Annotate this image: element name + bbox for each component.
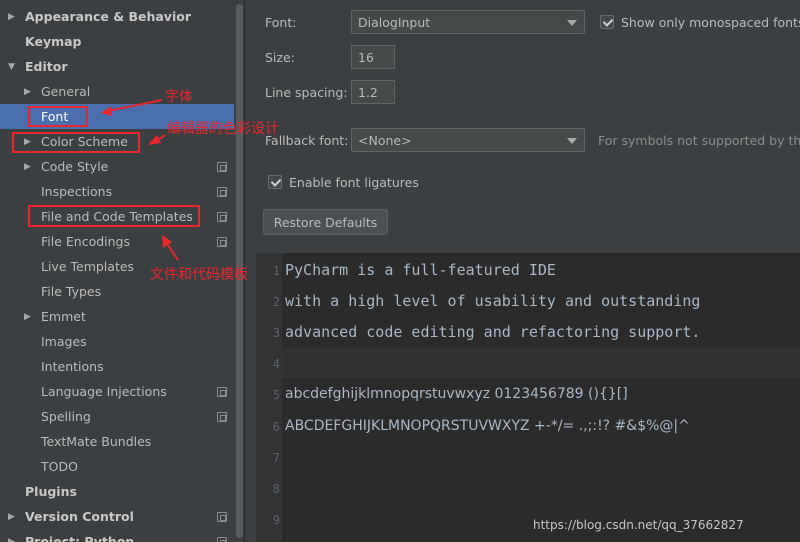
chevron-right-icon[interactable]: ▶ [8, 12, 15, 22]
font-preview-editor[interactable]: 1 PyCharm is a full-featured IDE 2 with … [256, 253, 800, 542]
tree-item-label: Plugins [25, 484, 77, 499]
project-scope-icon [217, 387, 227, 397]
font-combobox-value: DialogInput [358, 15, 431, 30]
preview-line: PyCharm is a full-featured IDE [285, 261, 556, 279]
line-number: 5 [272, 388, 280, 402]
tree-item-label: File Types [41, 284, 102, 299]
annotation-font: 字体 [165, 89, 193, 105]
tree-item-todo[interactable]: TODO [0, 454, 234, 479]
tree-item-label: Language Injections [41, 384, 167, 399]
annotation-templates: 文件和代码模板 [150, 267, 248, 283]
preview-line: ABCDEFGHIJKLMNOPQRSTUVWXYZ +-*/= .,;:!? … [285, 418, 690, 434]
annotation-color-scheme: 编辑器的色彩设计 [167, 121, 279, 137]
tree-item-label: Code Style [41, 159, 109, 174]
chevron-right-icon[interactable]: ▶ [24, 87, 31, 97]
restore-defaults-label: Restore Defaults [273, 214, 378, 230]
tree-item-file-encodings[interactable]: File Encodings [0, 229, 234, 254]
tree-item-label: Live Templates [41, 259, 135, 274]
line-number: 3 [272, 326, 280, 340]
line-number: 2 [272, 295, 280, 309]
tree-item-emmet[interactable]: ▶ Emmet [0, 304, 234, 329]
annotation-box-templates [28, 205, 200, 227]
tree-item-label: Project: Python [25, 534, 135, 542]
tree-item-version-control[interactable]: ▶ Version Control [0, 504, 234, 529]
preview-line: advanced code editing and refactoring su… [285, 323, 701, 341]
size-field[interactable]: 16 [351, 45, 395, 69]
tree-item-appearance-behavior[interactable]: ▶ Appearance & Behavior [0, 4, 234, 29]
annotation-box-color-scheme [12, 132, 140, 153]
ligatures-checkbox[interactable] [268, 175, 282, 189]
preview-line: abcdefghijklmnopqrstuvwxyz 0123456789 ()… [285, 386, 628, 402]
project-scope-icon [217, 237, 227, 247]
tree-item-label: Keymap [25, 34, 82, 49]
fallback-font-combobox[interactable]: <None> [351, 128, 585, 152]
tree-item-label: TODO [41, 459, 78, 474]
tree-item-spelling[interactable]: Spelling [0, 404, 234, 429]
tree-item-code-style[interactable]: ▶ Code Style [0, 154, 234, 179]
tree-item-language-injections[interactable]: Language Injections [0, 379, 234, 404]
line-spacing-field[interactable]: 1.2 [351, 80, 395, 104]
ligatures-label: Enable font ligatures [289, 175, 419, 190]
caret-row-highlight [282, 348, 800, 378]
fallback-font-hint: For symbols not supported by the [598, 133, 800, 148]
project-scope-icon [217, 537, 227, 542]
dropdown-arrow-icon [567, 138, 577, 144]
tree-item-label: File Encodings [41, 234, 131, 249]
line-number: 6 [272, 420, 280, 434]
tree-item-images[interactable]: Images [0, 329, 234, 354]
line-number: 8 [272, 482, 280, 496]
project-scope-icon [217, 512, 227, 522]
tree-item-plugins[interactable]: Plugins [0, 479, 234, 504]
line-number: 7 [272, 451, 280, 465]
annotation-box-font [28, 106, 88, 127]
tree-item-label: Emmet [41, 309, 86, 324]
line-spacing-value: 1.2 [358, 85, 378, 100]
project-scope-icon [217, 412, 227, 422]
line-spacing-label: Line spacing: [265, 85, 348, 100]
tree-item-intentions[interactable]: Intentions [0, 354, 234, 379]
line-number: 4 [272, 357, 280, 371]
tree-item-keymap[interactable]: Keymap [0, 29, 234, 54]
project-scope-icon [217, 187, 227, 197]
project-scope-icon [217, 212, 227, 222]
tree-item-label: TextMate Bundles [41, 434, 152, 449]
fallback-font-value: <None> [358, 133, 412, 148]
chevron-right-icon[interactable]: ▶ [24, 312, 31, 322]
project-scope-icon [217, 162, 227, 172]
font-combobox[interactable]: DialogInput [351, 10, 585, 34]
chevron-right-icon[interactable]: ▶ [24, 162, 31, 172]
font-label: Font: [265, 15, 297, 30]
size-label: Size: [265, 50, 295, 65]
restore-defaults-button[interactable]: Restore Defaults [263, 209, 388, 235]
chevron-right-icon[interactable]: ▶ [8, 537, 15, 542]
watermark: https://blog.csdn.net/qq_37662827 [533, 518, 744, 532]
dropdown-arrow-icon [567, 20, 577, 26]
tree-item-label: Version Control [25, 509, 134, 524]
tree-item-textmate-bundles[interactable]: TextMate Bundles [0, 429, 234, 454]
tree-item-label: General [41, 84, 91, 99]
line-number: 9 [272, 513, 280, 527]
tree-item-label: Images [41, 334, 87, 349]
line-number: 1 [272, 264, 280, 278]
tree-item-inspections[interactable]: Inspections [0, 179, 234, 204]
tree-item-project-python[interactable]: ▶ Project: Python [0, 529, 234, 542]
tree-item-label: Editor [25, 59, 68, 74]
chevron-down-icon[interactable]: ▼ [8, 62, 15, 72]
tree-item-editor[interactable]: ▼ Editor [0, 54, 234, 79]
chevron-right-icon[interactable]: ▶ [8, 512, 15, 522]
tree-item-label: Appearance & Behavior [25, 9, 191, 24]
tree-item-general[interactable]: ▶ General [0, 79, 234, 104]
monospace-checkbox[interactable] [600, 15, 614, 29]
preview-line: with a high level of usability and outst… [285, 292, 701, 310]
monospace-label: Show only monospaced fonts [621, 15, 800, 30]
tree-item-label: Spelling [41, 409, 91, 424]
size-value: 16 [358, 50, 374, 65]
tree-item-label: Intentions [41, 359, 104, 374]
tree-item-label: Inspections [41, 184, 113, 199]
